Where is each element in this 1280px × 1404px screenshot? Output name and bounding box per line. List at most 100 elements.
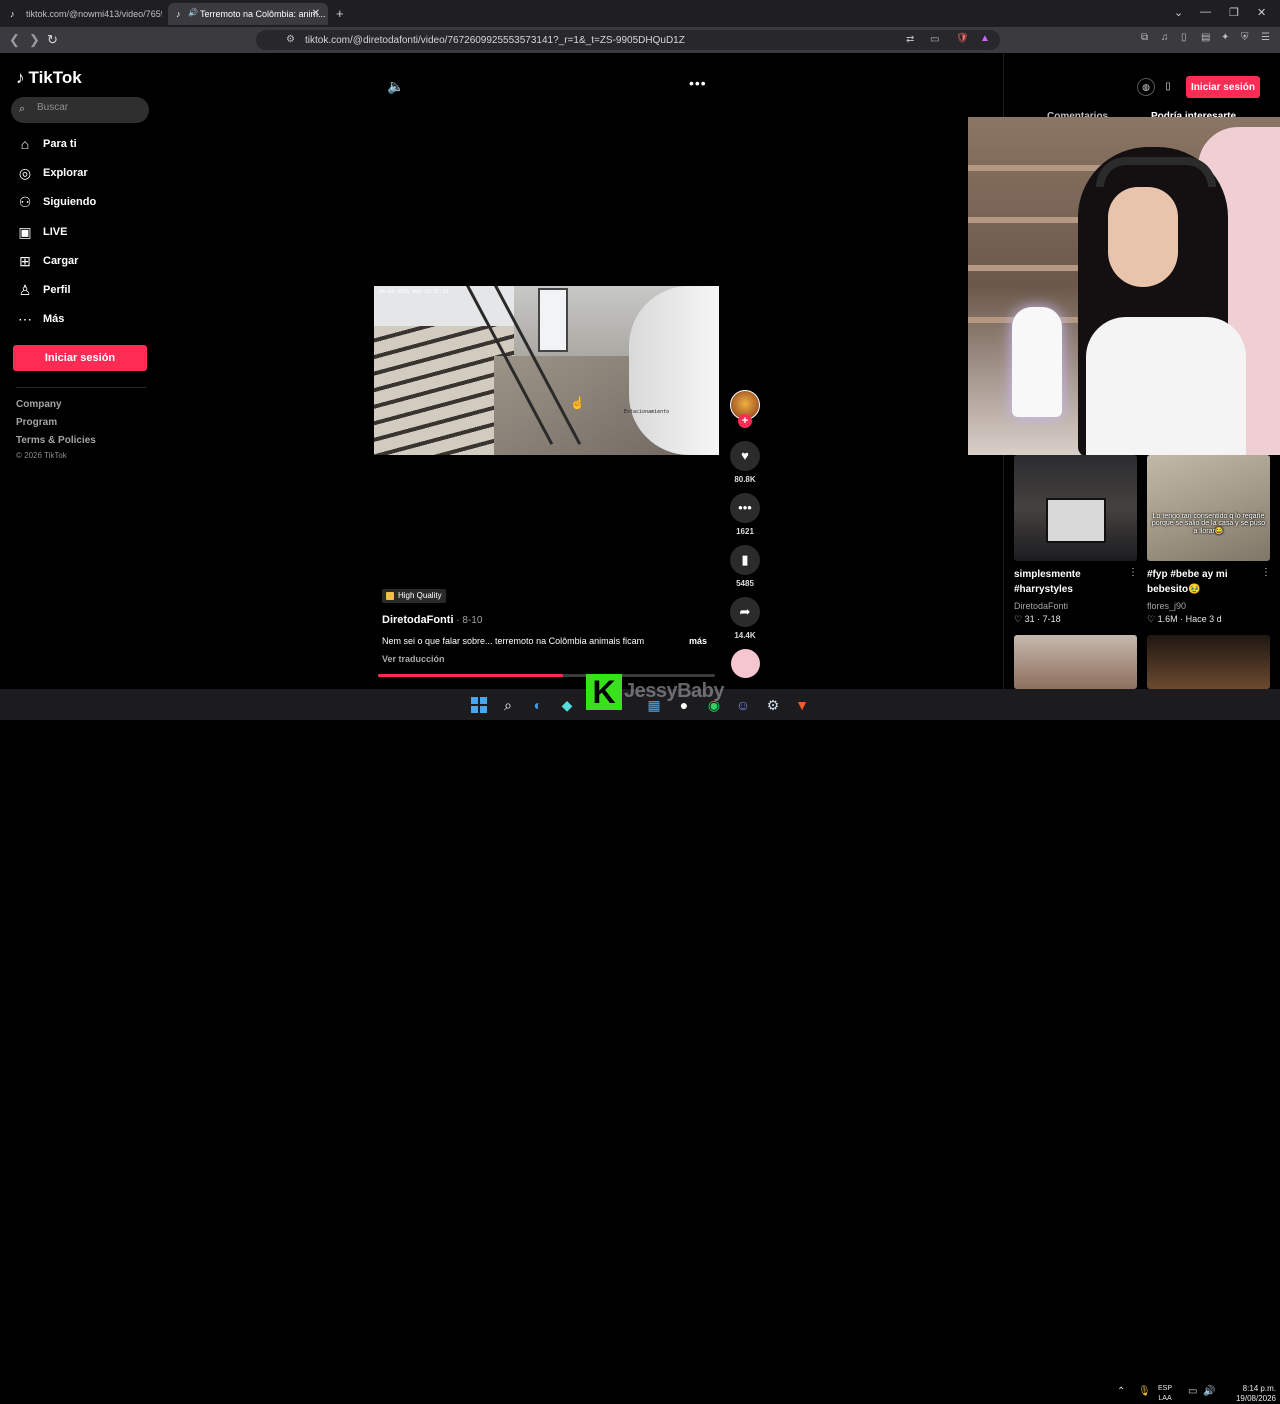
reload-icon[interactable]: ↻ [47, 32, 58, 48]
recommendation-author-1[interactable]: DiretodaFonti [1014, 601, 1068, 611]
save-action[interactable]: ▮ 5485 [730, 545, 760, 588]
copilot-icon[interactable]: ◆ [558, 696, 576, 714]
footer-link-program[interactable]: Program [16, 417, 57, 428]
leo-icon[interactable]: ✦ [1221, 32, 1229, 43]
tiktok-logo[interactable]: ♪ TikTok [16, 68, 82, 88]
comment-icon[interactable]: ••• [730, 493, 760, 523]
heart-icon[interactable]: ♥ [730, 441, 760, 471]
nav-mas[interactable]: ⋯ Más [16, 310, 156, 332]
recommendation-thumbnail-2[interactable]: Lo tengo tan consentido q lo regañe porq… [1147, 455, 1270, 561]
footer-link-company[interactable]: Company [16, 399, 62, 410]
more-vertical-icon[interactable]: ⋮ [1128, 567, 1138, 578]
media-icon[interactable]: ♫ [1161, 32, 1169, 43]
menu-icon[interactable]: ☰ [1261, 32, 1270, 43]
headphones [1096, 157, 1216, 187]
door-image [538, 288, 568, 352]
url-text[interactable]: tiktok.com/@diretodafonti/video/76726099… [305, 35, 685, 46]
follow-plus-icon[interactable]: + [738, 414, 752, 428]
search-icon[interactable]: ⌕ [499, 696, 517, 714]
author-name[interactable]: DiretodaFonti [382, 614, 454, 626]
nav-siguiendo[interactable]: ⚇ Siguiendo [16, 193, 156, 215]
forward-icon[interactable]: ❯ [29, 32, 40, 48]
browser-toolbar: ❮ ❯ ↻ 🔖 ⚙ tiktok.com/@diretodafonti/vide… [0, 27, 1280, 53]
nav-explorar[interactable]: ◎ Explorar [16, 164, 156, 186]
site-info-icon[interactable]: ⚙ [286, 34, 295, 45]
recommendation-thumbnail-4[interactable] [1147, 635, 1270, 689]
address-bar[interactable]: ⚙ tiktok.com/@diretodafonti/video/767260… [256, 30, 1000, 50]
search-box[interactable]: ⌕ [11, 97, 149, 123]
translate-icon[interactable]: ⇄ [906, 34, 914, 45]
compass-icon[interactable]: ◍ [1137, 78, 1155, 96]
video-player[interactable]: 06-24-2026 Wed 16:35:33 Estacionamiento … [374, 286, 719, 455]
nav-perfil[interactable]: ♙ Perfil [16, 281, 156, 303]
sidebar-icon[interactable]: ▯ [1181, 32, 1187, 43]
video-timestamp: 06-24-2026 Wed 16:35:33 [379, 289, 449, 295]
recommendation-title-1[interactable]: simplesmente #harrystyles [1014, 567, 1132, 597]
volume-icon[interactable]: 🔈 [387, 78, 404, 95]
language-indicator[interactable]: ESP LAA [1158, 1384, 1172, 1404]
rewards-icon[interactable]: ▲ [980, 33, 990, 44]
comment-action[interactable]: ••• 1621 [730, 493, 760, 536]
minimize-icon[interactable]: — [1200, 6, 1211, 18]
browser-tab-2[interactable]: ♪ 🔊 Terremoto na Colômbia: anim... ✕ [168, 3, 328, 25]
music-disc[interactable] [731, 649, 760, 678]
tab-title: tiktok.com/@nowmi413/video/7659... [26, 9, 162, 19]
close-tab-icon[interactable]: ✕ [312, 8, 320, 19]
like-count: 80.8K [734, 475, 756, 484]
more-icon: ⋯ [18, 311, 32, 327]
network-icon[interactable]: ▭ [1188, 1386, 1197, 1397]
volume-icon[interactable]: 🔊 [1203, 1386, 1215, 1397]
back-icon[interactable]: ❮ [9, 32, 20, 48]
recommendation-thumbnail-3[interactable] [1014, 635, 1137, 689]
video-progress-bar[interactable] [378, 674, 715, 677]
login-button-sidebar[interactable]: Iniciar sesión [13, 345, 147, 371]
more-options-icon[interactable]: ••• [689, 75, 707, 91]
browser-tab-1[interactable]: ♪ tiktok.com/@nowmi413/video/7659... [2, 3, 162, 25]
recommendation-title-2[interactable]: #fyp #bebe ay mi bebesito🥹 [1147, 567, 1265, 597]
post-date: · 8-10 [453, 615, 483, 626]
wallet-icon[interactable]: ▤ [1201, 32, 1210, 43]
discord-icon[interactable]: ☺ [734, 696, 752, 714]
brave-shield-icon[interactable]: 🛡 [956, 33, 969, 44]
video-description: Nem sei o que falar sobre... terremoto n… [382, 636, 645, 646]
quality-badge: High Quality [382, 589, 446, 603]
login-button-top[interactable]: Iniciar sesión [1186, 76, 1260, 98]
recommendation-author-2[interactable]: flores_j90 [1147, 601, 1186, 611]
like-action[interactable]: ♥ 80.8K [730, 441, 760, 484]
nav-live[interactable]: ▣ LIVE [16, 223, 156, 245]
more-link[interactable]: más [689, 636, 707, 646]
vpn-icon[interactable]: ⛨ [1241, 32, 1249, 43]
steam-icon[interactable]: ⚙ [764, 696, 782, 714]
microphone-icon[interactable]: 🎙 [1138, 1386, 1151, 1397]
home-icon: ⌂ [20, 136, 30, 152]
nav-cargar[interactable]: ⊞ Cargar [16, 252, 156, 274]
following-icon: ⚇ [18, 194, 32, 210]
edge-icon[interactable]: ◐ [529, 696, 547, 714]
new-tab-button[interactable]: + [336, 6, 344, 21]
streamer-face [1108, 187, 1178, 287]
recommendation-thumbnail-1[interactable] [1014, 455, 1137, 561]
clock[interactable]: 8:14 p.m. 19/08/2026 [1226, 1384, 1276, 1404]
extensions-icon[interactable]: ⧉ [1141, 32, 1148, 43]
footer-link-terms[interactable]: Terms & Policies [16, 435, 96, 446]
share-action[interactable]: ➦ 14.4K [730, 597, 760, 640]
hq-icon [386, 592, 394, 600]
share-icon[interactable]: ➦ [730, 597, 760, 627]
chevron-down-icon[interactable]: ⌄ [1174, 6, 1183, 19]
maximize-icon[interactable]: ❐ [1229, 6, 1239, 19]
brave-icon[interactable]: ▼ [793, 696, 811, 714]
bookmark-icon[interactable]: ▮ [730, 545, 760, 575]
chevron-up-icon[interactable]: ⌃ [1117, 1386, 1125, 1397]
video-location-label: Estacionamiento [624, 409, 670, 415]
author-line[interactable]: DiretodaFonti · 8-10 [382, 614, 482, 626]
nav-para-ti[interactable]: ⌂ Para ti [16, 135, 156, 157]
translate-link[interactable]: Ver traducción [382, 654, 445, 664]
windows-start-icon[interactable] [471, 697, 487, 713]
close-window-icon[interactable]: ✕ [1257, 6, 1266, 19]
more-vertical-icon[interactable]: ⋮ [1261, 567, 1271, 578]
search-input[interactable] [37, 102, 142, 113]
live-icon: ▣ [18, 224, 32, 240]
tiktok-icon: ♪ [176, 9, 181, 19]
device-icon[interactable]: ▯ [1159, 78, 1177, 96]
cast-icon[interactable]: ▭ [930, 34, 939, 45]
